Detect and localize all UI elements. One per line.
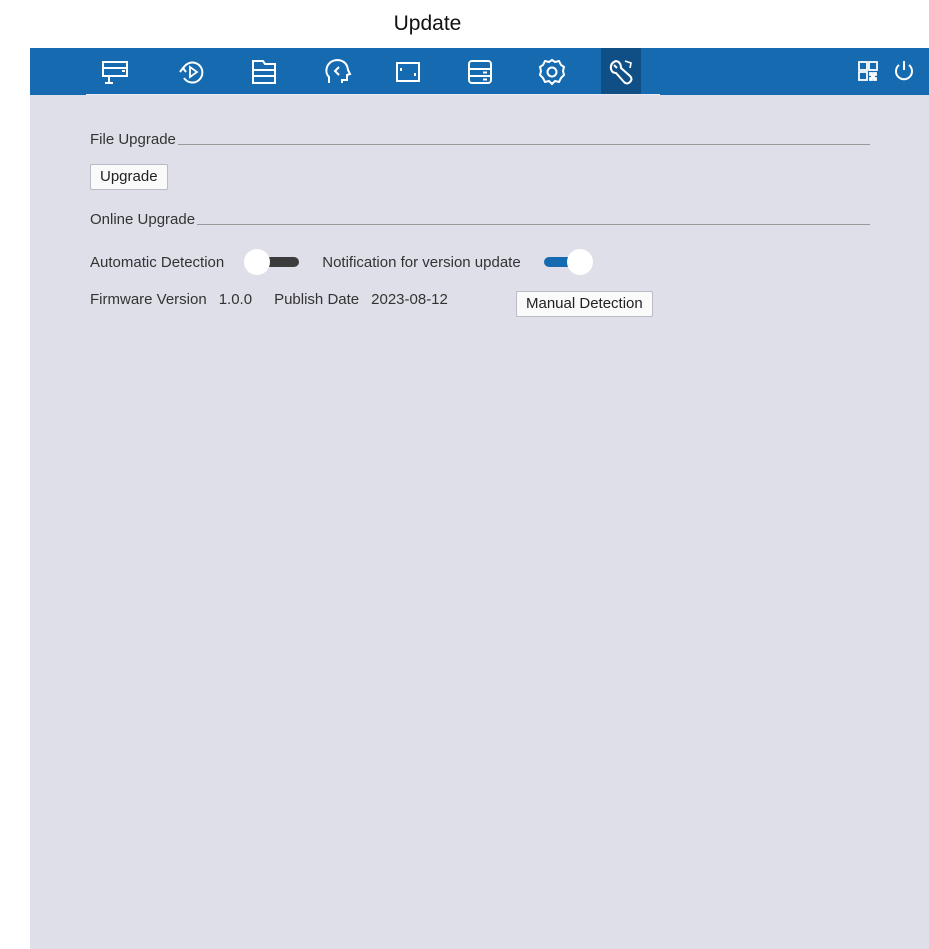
upgrade-button[interactable]: Upgrade: [90, 164, 168, 190]
file-icon[interactable]: [244, 54, 284, 90]
qr-code-icon[interactable]: [855, 56, 881, 86]
firmware-label: Firmware Version: [90, 291, 207, 308]
playback-icon[interactable]: [172, 54, 212, 90]
toggle-knob: [244, 249, 271, 275]
storage-icon[interactable]: [460, 54, 500, 90]
live-view-icon[interactable]: [95, 54, 135, 90]
section-divider: [197, 224, 870, 225]
firmware-value: 1.0.0: [218, 291, 253, 308]
manual-detection-button[interactable]: Manual Detection: [516, 291, 653, 317]
file-upgrade-section: File Upgrade: [90, 131, 870, 148]
detection-row: Automatic Detection Notification for ver…: [90, 249, 593, 275]
notification-toggle[interactable]: [537, 249, 593, 275]
top-toolbar: [30, 48, 929, 96]
section-divider: [177, 144, 870, 145]
page-title: Update: [393, 12, 462, 35]
file-upgrade-heading: File Upgrade: [90, 131, 176, 148]
firmware-row: Firmware Version 1.0.0 Publish Date 2023…: [90, 291, 448, 308]
notification-label: Notification for version update: [322, 253, 521, 271]
settings-icon[interactable]: [532, 54, 572, 90]
online-upgrade-section: Online Upgrade: [90, 211, 870, 228]
backup-icon[interactable]: [317, 54, 357, 90]
channel-icon[interactable]: [388, 54, 428, 90]
maintenance-icon[interactable]: [601, 48, 641, 95]
content-panel: File Upgrade Upgrade Online Upgrade Auto…: [30, 95, 929, 949]
auto-detection-label: Automatic Detection: [90, 253, 225, 271]
auto-detection-toggle[interactable]: [244, 249, 300, 275]
power-icon[interactable]: [891, 56, 917, 86]
publish-date-value: 2023-08-12: [371, 291, 448, 308]
online-upgrade-heading: Online Upgrade: [90, 211, 196, 228]
publish-date-label: Publish Date: [274, 291, 360, 308]
toggle-knob: [566, 249, 593, 275]
